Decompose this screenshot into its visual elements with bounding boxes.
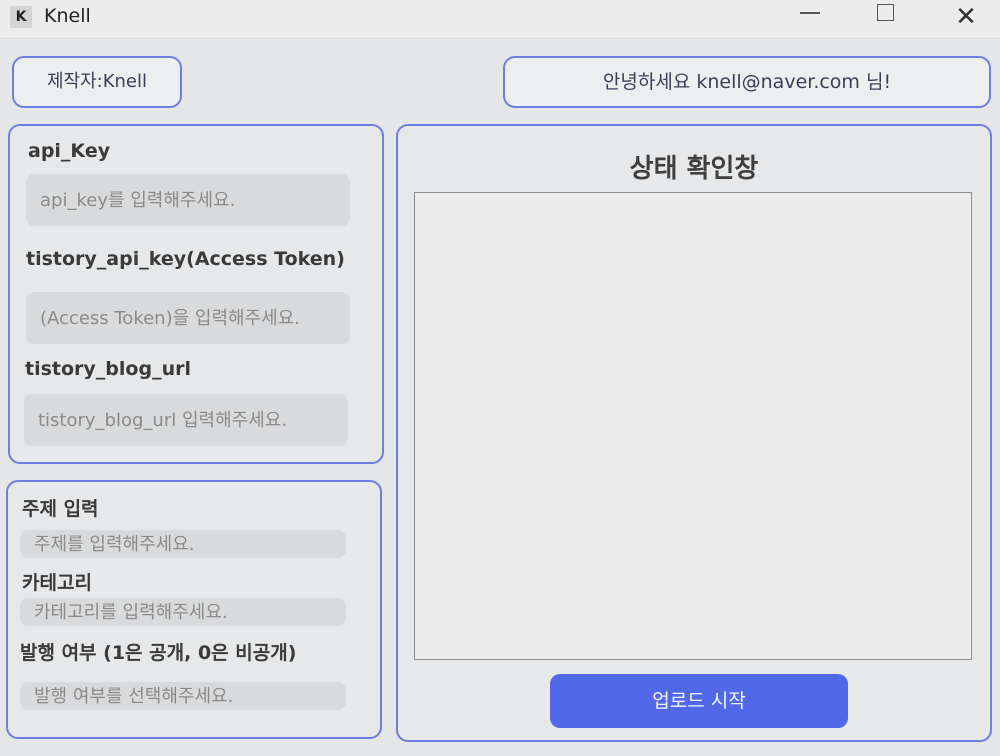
status-log-area[interactable]: [414, 192, 972, 660]
category-input[interactable]: [20, 598, 346, 626]
upload-start-button[interactable]: 업로드 시작: [550, 674, 848, 728]
tistory-api-key-label: tistory_api_key(Access Token): [26, 248, 345, 270]
author-label: 제작자:Knell: [12, 56, 182, 108]
subject-label: 주제 입력: [22, 498, 99, 520]
api-settings-panel: api_Key tistory_api_key(Access Token) ti…: [8, 124, 384, 464]
post-settings-panel: 주제 입력 카테고리 발행 여부 (1은 공개, 0은 비공개): [6, 480, 382, 739]
tistory-api-key-input[interactable]: [26, 292, 350, 344]
app-logo-icon: K: [10, 6, 32, 28]
publish-label: 발행 여부 (1은 공개, 0은 비공개): [20, 642, 297, 664]
api-key-label: api_Key: [28, 140, 111, 162]
title-bar: K Knell ✕: [0, 0, 1000, 39]
blog-url-input[interactable]: [24, 394, 348, 446]
close-button[interactable]: ✕: [936, 0, 996, 38]
category-label: 카테고리: [22, 572, 92, 594]
window-title: Knell: [44, 5, 91, 27]
maximize-button[interactable]: [856, 0, 916, 38]
status-panel: 상태 확인창 업로드 시작: [396, 124, 992, 742]
api-key-input[interactable]: [26, 174, 350, 226]
publish-select[interactable]: [20, 682, 346, 710]
close-icon: ✕: [955, 2, 977, 32]
minimize-button[interactable]: [780, 0, 840, 38]
blog-url-label: tistory_blog_url: [25, 358, 191, 380]
minimize-icon: [800, 12, 820, 14]
subject-input[interactable]: [20, 530, 346, 558]
maximize-icon: [877, 4, 894, 21]
greeting-label: 안녕하세요 knell@naver.com 님!: [503, 56, 991, 108]
status-title: 상태 확인창: [629, 154, 759, 184]
